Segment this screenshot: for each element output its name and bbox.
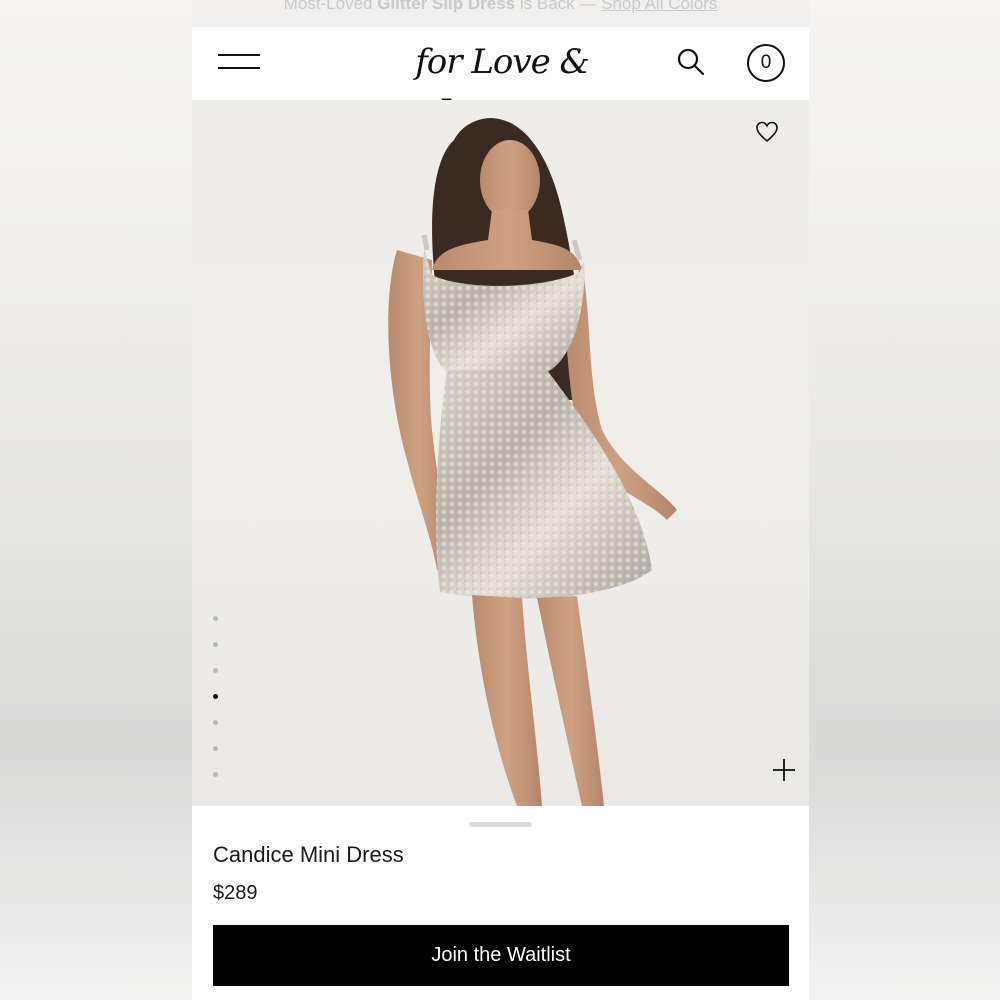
- promo-banner: Most-Loved Glitter Slip Dress is Back — …: [192, 0, 809, 27]
- gallery-dot[interactable]: [213, 642, 218, 647]
- promo-highlight: Glitter Slip Dress: [377, 0, 516, 13]
- plus-icon[interactable]: [771, 757, 797, 783]
- product-price: $289: [213, 882, 258, 904]
- gallery-dot[interactable]: [213, 616, 218, 621]
- product-title: Candice Mini Dress: [213, 842, 404, 867]
- gallery-dot[interactable]: [213, 772, 218, 777]
- background-right: [809, 0, 1000, 1000]
- promo-middle: is Back —: [515, 0, 602, 13]
- promo-link[interactable]: Shop All Colors: [601, 0, 717, 13]
- gallery-pagination: [213, 616, 223, 798]
- gallery-dot-active[interactable]: [213, 694, 218, 699]
- product-image[interactable]: [192, 100, 809, 806]
- background-left: [0, 0, 192, 1000]
- model-photo: [388, 118, 677, 806]
- cart-count-icon[interactable]: 0: [747, 44, 785, 82]
- gallery-dot[interactable]: [213, 668, 218, 673]
- phone-screen: Most-Loved Glitter Slip Dress is Back — …: [192, 0, 809, 1000]
- search-icon[interactable]: [676, 47, 706, 77]
- site-header: for Love & Lemons 0: [192, 27, 809, 132]
- hamburger-menu-icon[interactable]: [218, 51, 262, 75]
- heart-icon[interactable]: [755, 120, 779, 144]
- brand-logo[interactable]: for Love & Lemons: [382, 37, 622, 132]
- product-info-sheet: Candice Mini Dress $289 Join the Waitlis…: [192, 806, 809, 1000]
- promo-prefix: Most-Loved: [283, 0, 378, 13]
- gallery-dot[interactable]: [213, 720, 218, 725]
- sheet-grabber-handle[interactable]: [469, 822, 532, 827]
- join-waitlist-button[interactable]: Join the Waitlist: [213, 925, 789, 986]
- gallery-dot[interactable]: [213, 746, 218, 751]
